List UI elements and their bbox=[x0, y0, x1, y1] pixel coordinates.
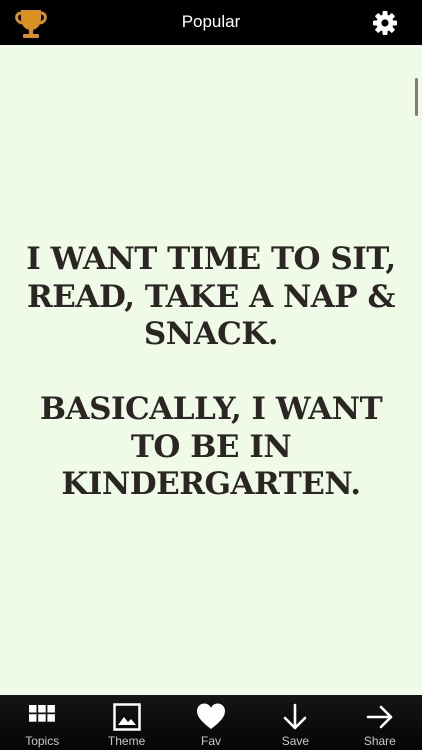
gear-icon[interactable] bbox=[372, 10, 398, 36]
image-icon bbox=[112, 703, 141, 731]
quote-text: I WANT TIME TO SIT, READ, TAKE A NAP & S… bbox=[20, 241, 402, 504]
grid-icon bbox=[29, 705, 56, 722]
bottom-tab-bar: Topics Theme Fav Save Share bbox=[0, 695, 422, 750]
tab-fav-label: Fav bbox=[201, 734, 222, 748]
share-arrow-icon bbox=[366, 705, 393, 729]
tab-save[interactable]: Save bbox=[253, 695, 337, 750]
tab-fav[interactable]: Fav bbox=[169, 695, 253, 750]
tab-share-label: Share bbox=[363, 734, 396, 748]
heart-icon bbox=[197, 703, 226, 729]
quote-card[interactable]: I WANT TIME TO SIT, READ, TAKE A NAP & S… bbox=[0, 45, 422, 695]
top-navigation-bar: Popular bbox=[0, 0, 422, 45]
page-title: Popular bbox=[181, 12, 241, 31]
app-window: Popular I WANT TIME TO SIT, READ, TAKE A… bbox=[0, 0, 422, 750]
tab-theme[interactable]: Theme bbox=[84, 695, 168, 750]
tab-theme-label: Theme bbox=[107, 734, 146, 748]
tab-topics[interactable]: Topics bbox=[0, 695, 84, 750]
tab-save-label: Save bbox=[281, 734, 310, 748]
quote-paragraph-1: I WANT TIME TO SIT, READ, TAKE A NAP & S… bbox=[26, 241, 396, 352]
quote-paragraph-2: BASICALLY, I WANT TO BE IN KINDERGARTEN. bbox=[39, 391, 383, 502]
download-arrow-icon bbox=[284, 703, 307, 730]
tab-share[interactable]: Share bbox=[338, 695, 422, 750]
scrollbar[interactable] bbox=[415, 78, 418, 116]
tab-topics-label: Topics bbox=[25, 734, 60, 748]
